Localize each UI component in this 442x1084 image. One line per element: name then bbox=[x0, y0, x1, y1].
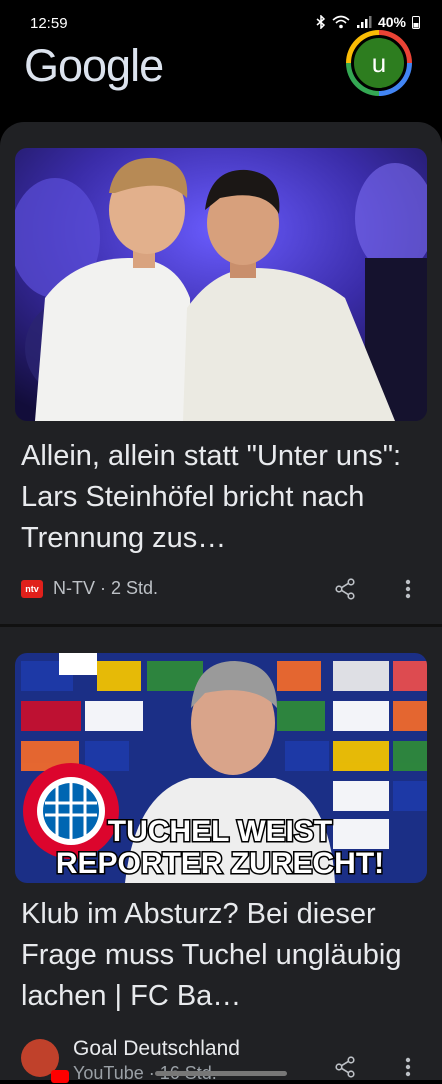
discover-feed[interactable]: Allein, allein statt "Unter uns": Lars S… bbox=[0, 122, 442, 1083]
channel-name: Goal Deutschland bbox=[73, 1037, 240, 1060]
article-source[interactable]: ntv N-TV · 2 Std. bbox=[21, 578, 158, 599]
more-vert-icon[interactable] bbox=[393, 574, 423, 604]
channel-logo bbox=[21, 1039, 69, 1083]
thumbnail-text-line2: REPORTER ZURECHT! bbox=[56, 847, 384, 880]
google-logo[interactable]: Google bbox=[24, 40, 164, 92]
article-title[interactable]: Allein, allein statt "Unter uns": Lars S… bbox=[21, 436, 426, 559]
share-icon[interactable] bbox=[330, 574, 360, 604]
thumbnail-text-line1: TUCHEL WEIST bbox=[108, 815, 332, 848]
account-avatar-button[interactable]: u bbox=[346, 30, 412, 96]
status-time: 12:59 bbox=[30, 15, 68, 32]
source-logo: ntv bbox=[21, 579, 43, 598]
battery-icon bbox=[412, 15, 420, 29]
news-card[interactable]: TUCHEL WEIST REPORTER ZURECHT! Klub im A… bbox=[0, 627, 442, 1083]
source-label: N-TV · 2 Std. bbox=[53, 578, 159, 598]
avatar: u bbox=[351, 35, 407, 91]
status-icons: 40% bbox=[316, 14, 420, 30]
news-card[interactable]: Allein, allein statt "Unter uns": Lars S… bbox=[0, 122, 442, 624]
more-vert-icon[interactable] bbox=[393, 1052, 423, 1082]
article-image[interactable] bbox=[15, 148, 427, 421]
home-gesture-bar[interactable] bbox=[155, 1071, 287, 1076]
bluetooth-icon bbox=[316, 15, 326, 29]
wifi-icon bbox=[332, 15, 350, 29]
video-title[interactable]: Klub im Absturz? Bei dieser Frage muss T… bbox=[21, 894, 426, 1017]
video-source[interactable]: Goal Deutschland YouTube · 16 Std. bbox=[21, 1037, 240, 1084]
share-icon[interactable] bbox=[330, 1052, 360, 1082]
signal-icon bbox=[356, 15, 372, 29]
battery-text: 40% bbox=[377, 14, 406, 30]
video-thumbnail[interactable]: TUCHEL WEIST REPORTER ZURECHT! bbox=[15, 653, 427, 883]
youtube-icon bbox=[51, 1070, 69, 1083]
